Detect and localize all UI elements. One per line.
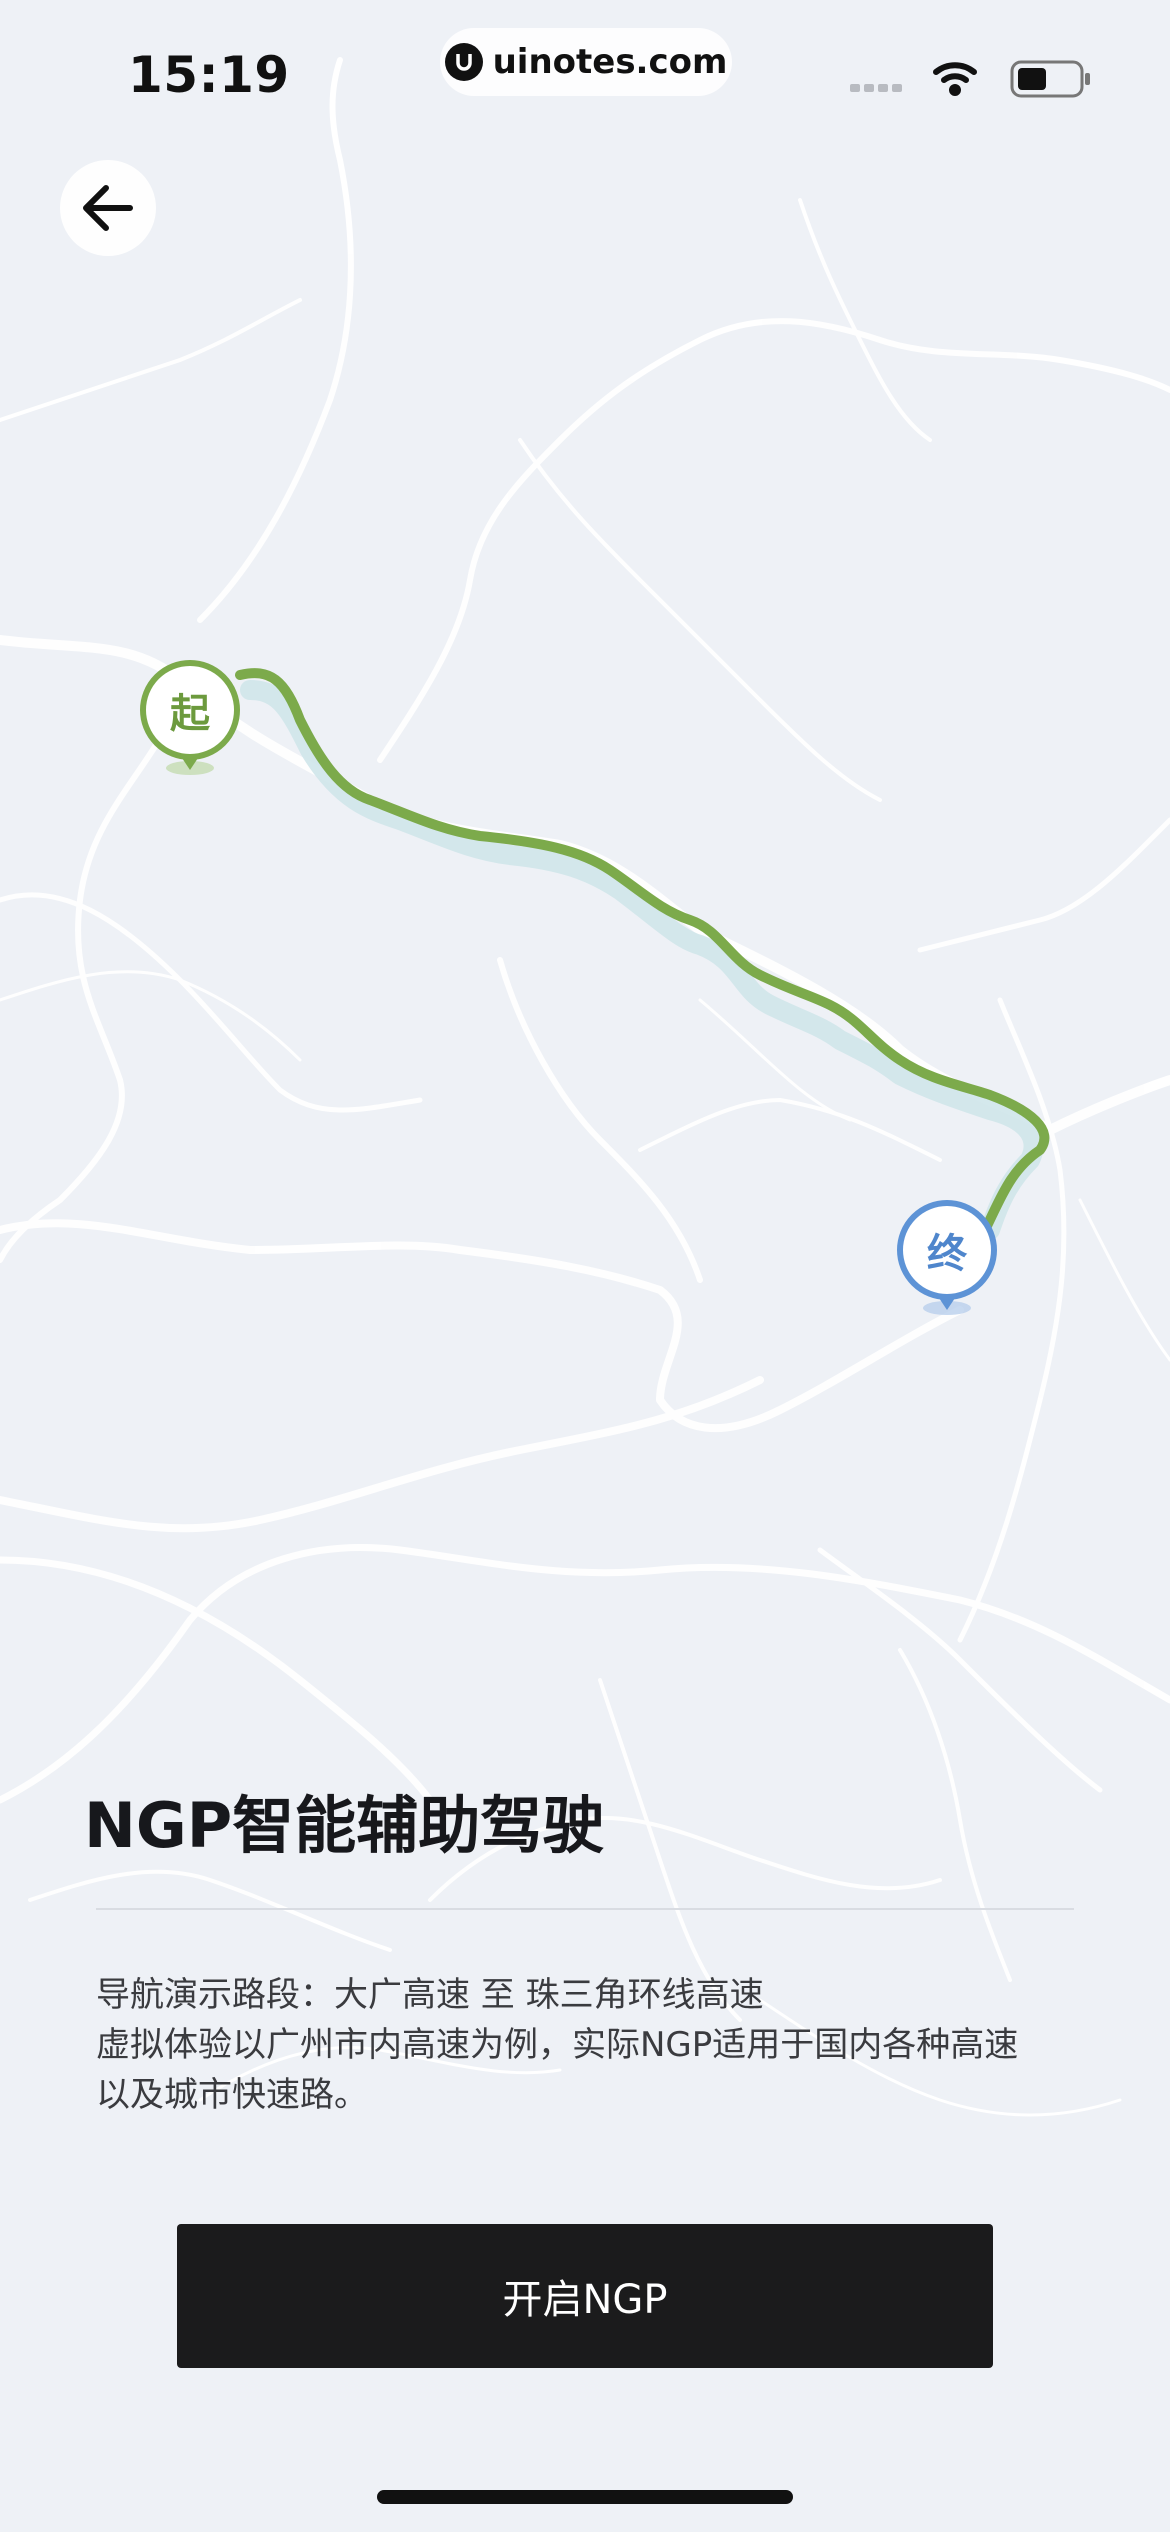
back-button[interactable] — [60, 160, 156, 256]
page-title: NGP智能辅助驾驶 — [84, 1789, 605, 1862]
site-logo-icon — [444, 43, 483, 81]
end-marker[interactable]: 终 — [897, 1200, 997, 1300]
map-background[interactable] — [0, 0, 1170, 2532]
home-indicator — [377, 2490, 793, 2504]
description-line-2: 虚拟体验以广州市内高速为例，实际NGP适用于国内各种高速 — [96, 2025, 1019, 2065]
route-description: 导航演示路段：大广高速 至 珠三角环线高速 虚拟体验以广州市内高速为例，实际NG… — [96, 1970, 1086, 2120]
start-marker[interactable]: 起 — [140, 660, 240, 760]
divider — [96, 1908, 1074, 1910]
url-text: uinotes.com — [492, 42, 728, 82]
status-time: 15:19 — [128, 46, 290, 104]
status-bar: 15:19 uinotes.com — [0, 0, 1170, 150]
url-pill[interactable]: uinotes.com — [440, 28, 732, 96]
arrow-left-icon — [83, 185, 133, 231]
battery-icon — [1010, 60, 1090, 98]
start-ngp-button[interactable]: 开启NGP — [177, 2224, 993, 2368]
signal-dots-icon — [850, 84, 902, 92]
description-line-3: 以及城市快速路。 — [96, 2075, 368, 2115]
description-line-1: 导航演示路段：大广高速 至 珠三角环线高速 — [96, 1975, 764, 2015]
wifi-icon — [933, 62, 977, 96]
status-icons — [850, 54, 1100, 104]
